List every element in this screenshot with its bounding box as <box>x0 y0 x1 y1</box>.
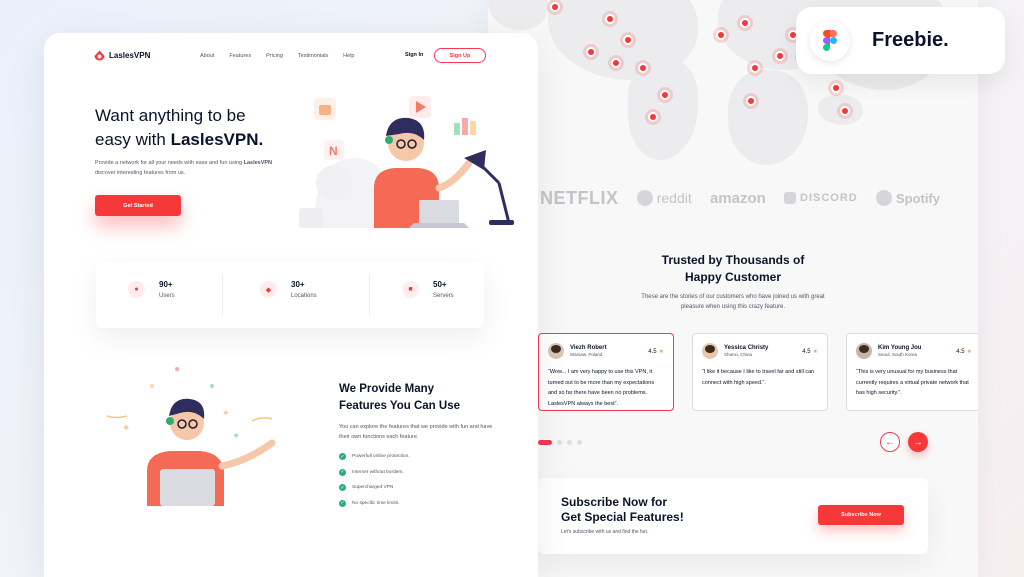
hero-illustration: N <box>299 96 514 228</box>
check-icon: ✓ <box>339 453 346 461</box>
arrow-right-icon: → <box>913 436 923 448</box>
testimonial-card[interactable]: Viezh Robert Warsaw, Poland 4.5 ★ “Wow...… <box>538 333 674 411</box>
discord-icon <box>784 192 796 204</box>
get-started-button[interactable]: Get Started <box>95 195 181 216</box>
spotify-logo: Spotify <box>875 190 940 206</box>
rating: 4.5 ★ <box>648 348 664 355</box>
subscribe-card: Subscribe Now for Get Special Features! … <box>538 478 928 554</box>
nav-link-pricing[interactable]: Pricing <box>266 53 283 59</box>
check-icon: ✓ <box>339 499 346 507</box>
star-icon: ★ <box>812 348 818 355</box>
carousel-next-button[interactable]: → <box>908 432 928 452</box>
testimonial-card[interactable]: Yessica Christy Shanxi, China 4.5 ★ “I li… <box>692 333 828 411</box>
list-item: ✓ No specific time limits. <box>339 499 400 507</box>
svg-text:✦: ✦ <box>232 431 240 442</box>
hero-title: Want anything to be easy with LaslesVPN. <box>95 106 264 149</box>
amazon-logo: amazon <box>709 189 766 207</box>
stat-users: ● 90+ Users <box>128 280 175 299</box>
divider <box>222 274 223 316</box>
sign-in-link[interactable]: Sign In <box>405 52 423 58</box>
landing-page-preview-right: NETFLIX reddit amazon DISCORD Spotify Tr… <box>488 0 978 577</box>
feature-list: ✓ Powerfull online protection. ✓ Interne… <box>339 449 410 511</box>
main-nav: About Features Pricing Testimonials Help <box>200 53 369 59</box>
reddit-logo: reddit <box>636 190 692 206</box>
carousel-prev-button[interactable]: ← <box>880 432 900 452</box>
nav-link-help[interactable]: Help <box>343 53 354 59</box>
svg-text:✦: ✦ <box>122 423 130 434</box>
rating: 4.5 ★ <box>802 348 818 355</box>
sign-up-button[interactable]: Sign Up <box>434 48 486 63</box>
server-icon: ■ <box>402 281 419 298</box>
logo-icon <box>94 50 105 61</box>
carousel-dot[interactable] <box>538 440 552 445</box>
spotify-icon <box>875 190 892 206</box>
subscribe-button[interactable]: Subscribe Now <box>818 505 904 525</box>
carousel-dot[interactable] <box>567 440 572 445</box>
figma-icon <box>810 20 850 61</box>
carousel-dot[interactable] <box>577 440 582 445</box>
features-heading: We Provide Many Features You Can Use <box>339 383 461 412</box>
svg-text:N: N <box>329 144 338 158</box>
trusted-description: These are the stories of our customers w… <box>641 294 825 310</box>
trusted-heading: Trusted by Thousands of Happy Customer <box>661 253 805 284</box>
subscribe-title: Subscribe Now for Get Special Features! <box>561 495 684 524</box>
stat-locations: ◆ 30+ Locations <box>260 280 317 299</box>
partner-logos: NETFLIX reddit amazon DISCORD Spotify <box>540 186 940 210</box>
nav-link-features[interactable]: Features <box>229 53 251 59</box>
svg-text:✦: ✦ <box>222 409 230 419</box>
stats-card: ● 90+ Users ◆ 30+ Locations ■ 50+ Server… <box>96 262 484 328</box>
reddit-icon <box>636 190 653 206</box>
hero-description: Provide a network for all your needs wit… <box>95 160 273 176</box>
subscribe-text: Let's subscribe with us and find the fun… <box>561 529 649 535</box>
rating: 4.5 ★ <box>956 348 972 355</box>
user-icon: ● <box>128 281 145 298</box>
stat-servers: ■ 50+ Servers <box>402 280 454 299</box>
avatar <box>856 343 872 359</box>
nav-link-about[interactable]: About <box>200 53 214 59</box>
landing-page-preview-left: LaslesVPN About Features Pricing Testimo… <box>44 33 538 577</box>
carousel-dots <box>538 440 582 445</box>
features-description: You can explore the features that we pro… <box>339 424 493 440</box>
carousel-dot[interactable] <box>557 440 562 445</box>
avatar <box>702 343 718 359</box>
features-illustration: ✦ ✦ ✦ <box>106 367 276 506</box>
netflix-logo: NETFLIX <box>540 187 619 208</box>
list-item: ✓ Powerfull online protection. <box>339 453 410 461</box>
discord-logo: DISCORD <box>784 192 858 204</box>
nav-link-testimonials[interactable]: Testimonials <box>298 53 328 59</box>
list-item: ✓ Internet without borders. <box>339 468 404 476</box>
check-icon: ✓ <box>339 468 346 476</box>
star-icon: ★ <box>966 348 972 355</box>
arrow-left-icon: ← <box>885 436 895 448</box>
list-item: ✓ Supercharged VPN <box>339 484 394 492</box>
star-icon: ★ <box>658 348 664 355</box>
freebie-label: Freebie. <box>872 29 949 51</box>
divider <box>369 274 370 316</box>
testimonial-card[interactable]: Kim Young Jou Seoul, South Korea 4.5 ★ “T… <box>846 333 978 411</box>
check-icon: ✓ <box>339 484 346 492</box>
avatar <box>548 343 564 359</box>
logo[interactable]: LaslesVPN <box>94 50 150 61</box>
location-icon: ◆ <box>260 281 277 298</box>
freebie-badge: Freebie. <box>796 7 1005 74</box>
